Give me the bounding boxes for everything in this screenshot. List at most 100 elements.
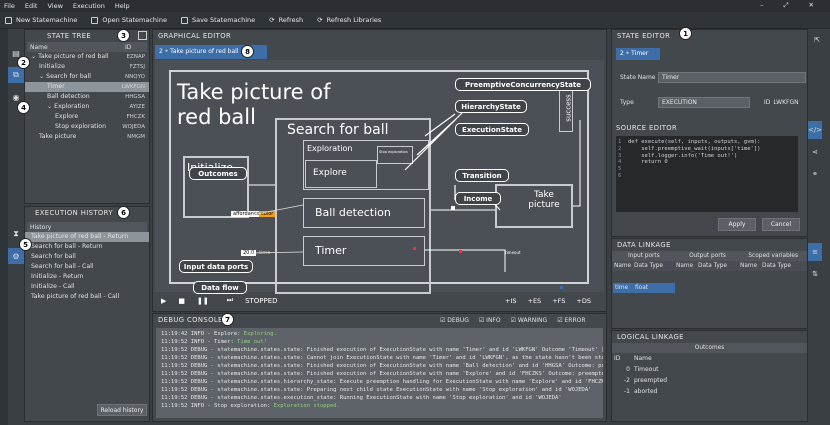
source-editor-tab[interactable]: </> — [808, 121, 822, 139]
apply-button[interactable]: Apply — [718, 218, 756, 231]
code-icon: </> — [807, 126, 823, 134]
callout-input-ports: Input data ports — [179, 260, 253, 273]
source-code-editor[interactable]: 1 2 3 4 5 6 def execute(self, inputs, outputs,… — [616, 136, 798, 212]
sidebar-tab-state-tree[interactable]: ⧉ — [8, 67, 24, 83]
add-ds-button[interactable]: +DS — [576, 297, 591, 305]
tree-row[interactable]: ⌄ Exploration AYIZE — [25, 102, 149, 112]
link-icon: ⚭ — [812, 170, 818, 178]
filter-warning[interactable]: ☑ WARNING — [511, 317, 548, 324]
log-line: 11:19:52 DEBUG - statemachine.states.sta… — [161, 355, 603, 361]
state-editor-panel: STATE EDITOR 2 • Timer State Name Timer … — [611, 29, 808, 237]
linkage-columns: Name Data Type Name Data Type Name Data … — [612, 261, 807, 271]
cancel-button[interactable]: Cancel — [762, 218, 800, 231]
tree-row[interactable]: Take picture NMGM — [25, 132, 149, 142]
state-name-field[interactable]: Timer — [658, 72, 806, 83]
tree-collapse-icon[interactable] — [138, 31, 147, 40]
tree-row[interactable]: ⌄ Take picture of red ball EZNAP — [25, 52, 149, 62]
log-line: 11:19:52 INFO - Timer: Time out! — [161, 339, 267, 345]
undock-icon[interactable]: ⇱ — [810, 31, 824, 49]
callout-outcomes: Outcomes — [189, 167, 247, 180]
tree-row[interactable]: ⌄ Search for ball NNQYO — [25, 72, 149, 82]
tree-row[interactable]: Explore FHCZK — [25, 112, 149, 122]
history-row[interactable]: Initialize - Call — [25, 282, 149, 292]
left-sidebar — [0, 29, 8, 425]
filter-info[interactable]: ☑ INFO — [479, 317, 501, 324]
open-statemachine-button[interactable]: Open Statemachine — [91, 16, 167, 24]
tree-icon: ⧉ — [13, 70, 19, 79]
graph-canvas[interactable]: Take picture of red ball Initialize Sear… — [155, 60, 604, 294]
log-line: 11:19:52 DEBUG - statemachine.states.exe… — [161, 395, 562, 401]
tree-row[interactable]: Initialize FZTSJ — [25, 62, 149, 72]
maximize-icon[interactable]: ⤢ — [783, 1, 788, 10]
history-icon: ⚙ — [12, 251, 20, 261]
hourglass-icon: ⧗ — [13, 229, 19, 238]
step-icon[interactable]: ⏭ — [227, 296, 233, 305]
filter-debug[interactable]: ☑ DEBUG — [440, 317, 469, 324]
refresh-button[interactable]: ⟳ Refresh — [269, 16, 303, 24]
add-es-button[interactable]: +ES — [528, 297, 542, 305]
state-id: ID LWKFGN — [764, 99, 799, 106]
history-row[interactable]: Search for ball — [25, 252, 149, 262]
tree-row[interactable]: Ball detection HHGSA — [25, 92, 149, 102]
add-is-button[interactable]: +IS — [505, 297, 517, 305]
stop-icon[interactable]: ■ — [178, 297, 185, 305]
type-label: Type — [620, 99, 634, 106]
close-icon[interactable]: ✕ — [809, 1, 814, 10]
column-name: Name — [30, 43, 48, 51]
execution-controls: ▶ ■ ❚❚ ⏭ STOPPED — [161, 296, 278, 305]
new-file-icon — [5, 16, 12, 24]
share-icon: ⋖ — [812, 148, 818, 156]
outcome-row[interactable]: 0 Timeout — [612, 364, 807, 375]
outcome-row[interactable]: -1 aborted — [612, 386, 807, 397]
save-statemachine-button[interactable]: Save Statemachine — [180, 16, 255, 24]
type-select[interactable]: EXECUTION — [658, 97, 750, 108]
share-tab[interactable]: ⋖ — [808, 143, 822, 161]
logical-linkage-tab[interactable]: ⇅ — [808, 265, 822, 283]
code-line: self.logger.info('Time out!') — [628, 152, 738, 159]
refresh-icon: ⟳ — [269, 16, 275, 24]
log-line: 11:19:42 INFO - Explore: Exploring. — [161, 331, 277, 337]
tab-timer[interactable]: 2 • Timer — [616, 48, 660, 60]
menu-execution[interactable]: Execution — [73, 2, 105, 10]
add-fs-button[interactable]: +FS — [552, 297, 565, 305]
history-row[interactable]: Search for ball - Call — [25, 262, 149, 272]
menu-file[interactable]: File — [4, 2, 15, 10]
callout-transition: Transition — [455, 169, 509, 182]
link-tab[interactable]: ⚭ — [808, 165, 822, 183]
reload-history-button[interactable]: Reload history — [97, 404, 147, 416]
filter-error[interactable]: ☑ ERROR — [557, 317, 585, 324]
history-row[interactable]: Search for ball - Return — [25, 242, 149, 252]
refresh-icon: ⟳ — [317, 16, 323, 24]
minimize-icon[interactable]: – — [760, 1, 763, 10]
state-tree-list: ⌄ Take picture of red ball EZNAP Initializ… — [25, 52, 149, 142]
refresh-libraries-button[interactable]: ⟳ Refresh Libraries — [317, 16, 381, 24]
new-statemachine-button[interactable]: New Statemachine — [5, 16, 77, 24]
badge-8: 8 — [241, 45, 254, 58]
badge-6: 6 — [117, 206, 130, 219]
code-line: return 0 — [628, 159, 668, 166]
badge-1: 1 — [679, 27, 692, 40]
menu-view[interactable]: View — [47, 2, 62, 10]
save-icon — [180, 16, 188, 24]
data-linkage-tab[interactable]: ≡ — [808, 243, 822, 261]
history-row[interactable]: Initialize - Return — [25, 272, 149, 282]
log-line: 11:19:52 DEBUG - statemachine.states.sta… — [161, 371, 603, 377]
tree-row[interactable]: Timer LWKFGN — [25, 82, 149, 92]
console-output[interactable]: 11:19:42 INFO - Explore: Exploring. 11:19… — [156, 328, 603, 418]
outcome-row[interactable]: -2 preempted — [612, 375, 807, 386]
state-editor-title: STATE EDITOR — [617, 32, 671, 40]
data-linkage-title: DATA LINKAGE — [617, 241, 671, 249]
callout-data-flow: Data flow — [193, 281, 247, 294]
menu-bar: File Edit View Execution Help – ⤢ ✕ — [0, 0, 830, 12]
badge-3: 3 — [117, 29, 130, 42]
history-row[interactable]: Take picture of red ball - Call — [25, 292, 149, 302]
pause-icon[interactable]: ❚❚ — [197, 297, 209, 305]
play-icon[interactable]: ▶ — [161, 297, 166, 305]
history-row[interactable]: Take picture of red ball - Return — [25, 232, 149, 242]
input-port-row[interactable]: time float — [613, 283, 675, 293]
logical-linkage-title: LOGICAL LINKAGE — [617, 333, 684, 341]
sidebar-tab-execution-history[interactable]: ⚙ — [8, 248, 24, 264]
tree-row[interactable]: Stop exploration WOJEDA — [25, 122, 149, 132]
menu-help[interactable]: Help — [115, 2, 130, 10]
menu-edit[interactable]: Edit — [25, 2, 38, 10]
